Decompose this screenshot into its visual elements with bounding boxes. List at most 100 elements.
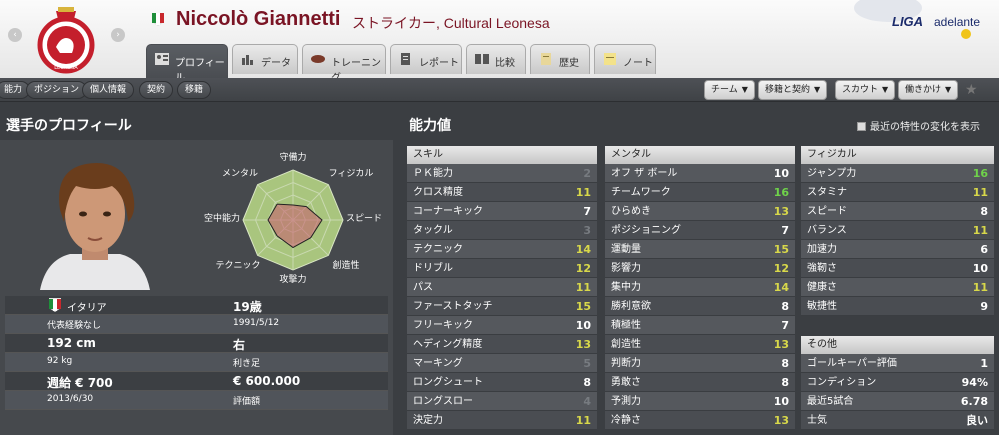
attribute-value: 2 <box>583 167 591 180</box>
attribute-row[interactable]: ロングスロー 4 <box>407 392 597 411</box>
attribute-row[interactable]: スタミナ 11 <box>801 183 994 202</box>
attribute-row[interactable]: ジャンプ力 16 <box>801 164 994 183</box>
player-name: Niccolò Giannetti <box>176 8 341 30</box>
attribute-name: 敏捷性 <box>807 301 837 312</box>
attribute-row[interactable]: ドリブル 12 <box>407 259 597 278</box>
attribute-row[interactable]: コーナーキック 7 <box>407 202 597 221</box>
tab-report[interactable]: レポート <box>390 44 462 74</box>
team-dropdown[interactable]: チーム ▼ <box>704 80 755 100</box>
player-photo <box>30 150 160 290</box>
attribute-name: コーナーキック <box>413 206 483 217</box>
attribute-name: 判断力 <box>611 358 641 369</box>
attribute-row[interactable]: タックル 3 <box>407 221 597 240</box>
attribute-name: チームワーク <box>611 187 671 198</box>
radar-label-attack: 攻撃力 <box>279 273 306 285</box>
attribute-value: 15 <box>773 243 789 256</box>
attribute-row[interactable]: 最近5試合 6.78 <box>801 392 994 411</box>
training-icon <box>311 53 325 65</box>
attribute-value: 10 <box>575 319 591 332</box>
tab-training[interactable]: トレーニング <box>302 44 386 84</box>
nationality[interactable]: イタリア <box>67 299 107 314</box>
attribute-name: テクニック <box>413 244 463 255</box>
attribute-row[interactable]: チームワーク 16 <box>605 183 795 202</box>
attribute-row[interactable]: 冷静さ 13 <box>605 411 795 430</box>
tab-compare[interactable]: 比較 <box>466 44 526 74</box>
attribute-name: 勝利意欲 <box>611 301 651 312</box>
player-position-club[interactable]: ストライカー, Cultural Leonesa <box>352 13 550 33</box>
attribute-row[interactable]: ＰＫ能力 2 <box>407 164 597 183</box>
attribute-row[interactable]: スピード 8 <box>801 202 994 221</box>
attribute-value: 11 <box>575 281 591 294</box>
attribute-row[interactable]: 強靭さ 10 <box>801 259 994 278</box>
subnav-position[interactable]: ポジション <box>26 81 88 99</box>
tab-profile[interactable]: プロフィール <box>146 44 228 84</box>
attribute-row[interactable]: バランス 11 <box>801 221 994 240</box>
attribute-row[interactable]: 影響力 12 <box>605 259 795 278</box>
tab-history[interactable]: 歴史 <box>530 44 590 74</box>
attribute-value: 12 <box>773 262 789 275</box>
attribute-row[interactable]: 運動量 15 <box>605 240 795 259</box>
attribute-row[interactable]: ゴールキーパー評価 1 <box>801 354 994 373</box>
attribute-row[interactable]: 健康さ 11 <box>801 278 994 297</box>
approach-dropdown[interactable]: 働きかけ ▼ <box>898 80 959 100</box>
attribute-row[interactable]: 敏捷性 9 <box>801 297 994 316</box>
attribute-row[interactable]: ファーストタッチ 15 <box>407 297 597 316</box>
attribute-value: 8 <box>980 205 988 218</box>
italy-flag-icon <box>49 298 61 312</box>
contract-end: 2013/6/30 <box>47 394 94 404</box>
attribute-row[interactable]: 予測力 10 <box>605 392 795 411</box>
attribute-row[interactable]: 集中力 14 <box>605 278 795 297</box>
attribute-value: 11 <box>575 186 591 199</box>
attribute-row[interactable]: 士気 良い <box>801 411 994 430</box>
attribute-value: 10 <box>773 167 789 180</box>
transfer-contract-dropdown[interactable]: 移籍と契約 ▼ <box>758 80 828 100</box>
attribute-row[interactable]: 積極性 7 <box>605 316 795 335</box>
weight: 92 kg <box>47 356 73 366</box>
attribute-value: 13 <box>773 414 789 427</box>
attribute-name: ＰＫ能力 <box>413 168 453 179</box>
attribute-value: 8 <box>781 300 789 313</box>
attribute-row[interactable]: コンディション 94% <box>801 373 994 392</box>
attribute-row[interactable]: テクニック 14 <box>407 240 597 259</box>
tab-data[interactable]: データ <box>232 44 298 74</box>
age: 19歳 <box>233 300 262 314</box>
attribute-row[interactable]: ひらめき 13 <box>605 202 795 221</box>
subnav-transfer[interactable]: 移籍 <box>177 81 212 99</box>
subnav-personal[interactable]: 個人情報 <box>82 81 135 99</box>
attribute-row[interactable]: フリーキック 10 <box>407 316 597 335</box>
radar-label-defense: 守備力 <box>279 151 306 163</box>
attribute-value: 13 <box>773 205 789 218</box>
attribute-value: 7 <box>583 205 591 218</box>
attribute-row[interactable]: 決定力 11 <box>407 411 597 430</box>
subnav-contract[interactable]: 契約 <box>139 81 174 99</box>
attribute-row[interactable]: 加速力 6 <box>801 240 994 259</box>
attribute-value: 1 <box>980 357 988 370</box>
attribute-name: パス <box>413 282 433 293</box>
attribute-row[interactable]: パス 11 <box>407 278 597 297</box>
attribute-row[interactable]: 創造性 13 <box>605 335 795 354</box>
attribute-row[interactable]: クロス精度 11 <box>407 183 597 202</box>
back-button[interactable]: ‹ <box>8 28 22 42</box>
tab-notes[interactable]: ノート <box>594 44 656 74</box>
player-info-table: イタリア 19歳 代表経験なし 1991/5/12 192 cm 右 92 kg… <box>5 296 388 410</box>
attribute-row[interactable]: 勝利意欲 8 <box>605 297 795 316</box>
attribute-value: 16 <box>972 167 988 180</box>
star-icon[interactable]: ★ <box>965 82 978 98</box>
attributes-section-title: 能力値 <box>409 118 451 134</box>
attribute-row[interactable]: 勇敢さ 8 <box>605 373 795 392</box>
attribute-row[interactable]: ポジショニング 7 <box>605 221 795 240</box>
checkbox-icon[interactable] <box>857 122 866 131</box>
attribute-row[interactable]: マーキング 5 <box>407 354 597 373</box>
club-crest-icon[interactable]: LEONESA <box>36 5 96 75</box>
attribute-row[interactable]: ロングシュート 8 <box>407 373 597 392</box>
scout-dropdown[interactable]: スカウト ▼ <box>835 80 896 100</box>
attribute-name: 創造性 <box>611 339 641 350</box>
show-changes-checkbox[interactable]: 最近の特性の変化を表示 <box>857 118 980 133</box>
profile-icon <box>155 53 169 65</box>
radar-label-creativity: 創造性 <box>332 259 359 271</box>
forward-button[interactable]: › <box>111 28 125 42</box>
attribute-row[interactable]: 判断力 8 <box>605 354 795 373</box>
italy-flag-icon <box>152 13 164 26</box>
attribute-row[interactable]: オフ ザ ボール 10 <box>605 164 795 183</box>
attribute-row[interactable]: ヘディング精度 13 <box>407 335 597 354</box>
